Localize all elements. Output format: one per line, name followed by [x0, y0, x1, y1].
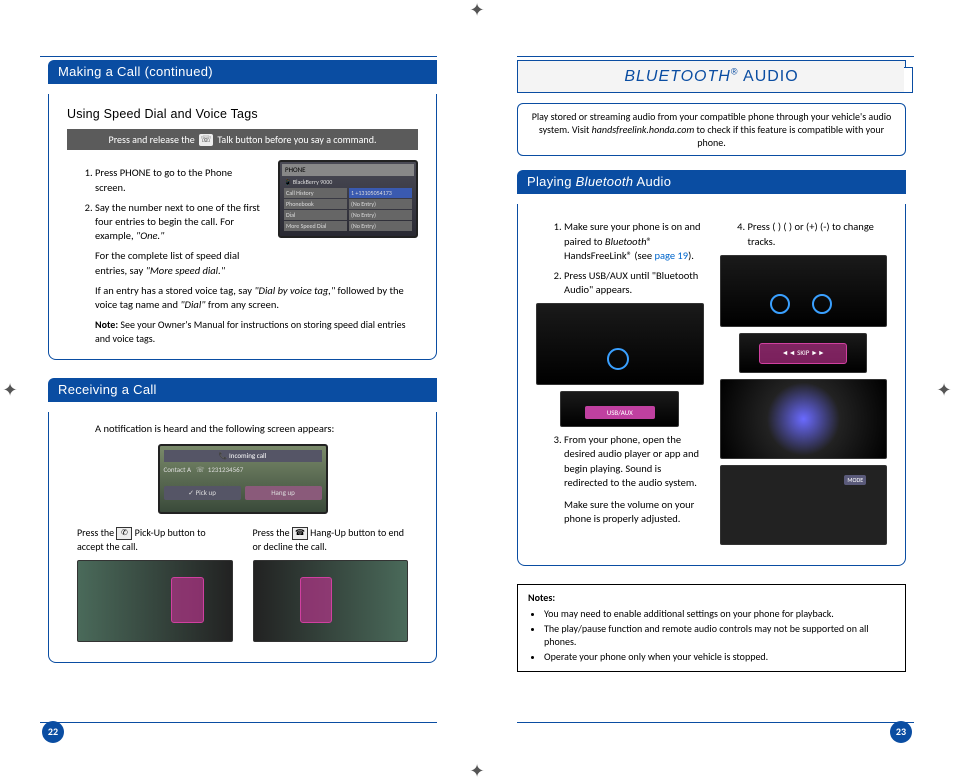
- receiving-intro: A notification is heard and the followin…: [95, 422, 418, 436]
- usb-aux-image: USB/AUX: [560, 391, 679, 427]
- page-right: BLUETOOTH® AUDIO Play stored or streamin…: [477, 0, 954, 781]
- title-bluetooth: BLUETOOTH: [624, 68, 731, 85]
- note-label: Note:: [95, 318, 118, 331]
- bt-step-4: Press ( ) ( ) or (+) (-) to change track…: [748, 220, 888, 248]
- step-2: Say the number next to one of the first …: [95, 201, 264, 278]
- page-title-bluetooth-audio: BLUETOOTH® AUDIO: [517, 60, 906, 93]
- page-number-right: 23: [890, 721, 912, 743]
- sh-b: Bluetooth: [576, 174, 634, 189]
- section-header-making-call: Making a Call (continued): [48, 60, 437, 84]
- pickup-btn: Pick up: [196, 488, 216, 497]
- title-audio: AUDIO: [738, 68, 798, 85]
- s3b: Make sure the volume on your phone is pr…: [564, 498, 704, 526]
- no-entry: (No Entry): [349, 221, 412, 231]
- incoming-number: 1231234567: [208, 465, 243, 474]
- notes-label: Notes:: [528, 591, 555, 604]
- step2-example: "One.": [136, 229, 164, 242]
- note-2: The play/pause function and remote audio…: [544, 622, 895, 648]
- vt-e: from any screen.: [205, 298, 279, 311]
- subhead-speed-dial: Using Speed Dial and Voice Tags: [67, 106, 418, 123]
- s3a: From your phone, open the desired audio …: [564, 433, 699, 489]
- no-entry: (No Entry): [349, 199, 412, 209]
- step-1: Press PHONE to go to the Phone screen.: [95, 166, 264, 194]
- hangup-instruction: Press the ☎ Hang-Up button to end or dec…: [253, 526, 409, 554]
- note-3: Operate your phone only when your vehicl…: [544, 650, 895, 663]
- pickup-icon: ✆: [116, 527, 132, 540]
- s1d: ).: [688, 249, 694, 262]
- incoming-contact: Contact A: [164, 465, 192, 474]
- pickup-button-image: [77, 560, 233, 642]
- row-call-history: Call History: [284, 188, 347, 198]
- step2-text: Say the number next to one of the first …: [95, 201, 260, 242]
- voice-tag-paragraph: If an entry has a stored voice tag, say …: [95, 284, 418, 312]
- phone-screen-title: PHONE: [282, 164, 414, 175]
- row-phonebook: Phonebook: [284, 199, 347, 209]
- note-text: See your Owner's Manual for instructions…: [95, 318, 406, 345]
- skip-closeup-image: ◄◄ SKIP ►►: [739, 333, 867, 373]
- intro-b: to check if this feature is compatible w…: [694, 123, 884, 149]
- usb-aux-label: USB/AUX: [585, 406, 655, 419]
- section-header-receiving: Receiving a Call: [48, 378, 437, 402]
- tip-text-post: Talk button before you say a command.: [217, 133, 376, 146]
- skip-label: SKIP: [797, 348, 809, 357]
- incoming-label: Incoming call: [229, 451, 266, 460]
- vt-b: "Dial by voice tag,": [254, 284, 335, 297]
- crop-line: [517, 56, 914, 57]
- tip-text-pre: Press and release the: [109, 133, 195, 146]
- crop-line: [517, 722, 914, 723]
- step2-extra-cmd: "More speed dial.": [146, 264, 225, 277]
- intro-site: handsfreelink.honda.com: [592, 123, 695, 136]
- note-speed-dial: Note: See your Owner's Manual for instru…: [95, 318, 418, 345]
- no-entry: (No Entry): [349, 210, 412, 220]
- tip-bar: Press and release the ☏ Talk button befo…: [67, 129, 418, 151]
- talk-icon: ☏: [199, 134, 213, 146]
- bt-step-2: Press USB/AUX until "Bluetooth Audio" ap…: [564, 269, 704, 297]
- crop-line: [40, 56, 437, 57]
- bt-step-1: Make sure your phone is on and paired to…: [564, 220, 704, 263]
- s1link: page 19: [654, 249, 688, 262]
- content-making-call: Using Speed Dial and Voice Tags Press an…: [48, 94, 437, 360]
- content-receiving: A notification is heard and the followin…: [48, 412, 437, 663]
- incoming-call-screen: 📞 Incoming call Contact A ☏ 1231234567 ✓…: [158, 444, 328, 514]
- vt-d: "Dial": [180, 298, 205, 311]
- row-dial: Dial: [284, 210, 347, 220]
- console-skip-image: [720, 255, 888, 327]
- steering-wheel-image: MODE: [720, 465, 888, 545]
- sh-c: Audio: [633, 174, 671, 189]
- crop-line: [40, 722, 437, 723]
- pickup-instruction: Press the ✆ Pick-Up button to accept the…: [77, 526, 233, 554]
- manual-spread: Making a Call (continued) Using Speed Di…: [0, 0, 954, 781]
- notes-box: Notes: You may need to enable additional…: [517, 584, 906, 672]
- hu-a: Press the: [253, 526, 292, 539]
- mode-label: MODE: [844, 475, 866, 485]
- phone-screen-image: PHONE 📱 BlackBerry 9000 Call History Pho…: [278, 160, 418, 238]
- title-tab: [904, 67, 913, 93]
- hangup-btn: Hang up: [245, 486, 322, 499]
- intro-box: Play stored or streaming audio from your…: [517, 103, 906, 156]
- bt-step-3: From your phone, open the desired audio …: [564, 433, 704, 526]
- sh-a: Playing: [527, 174, 576, 189]
- phone-device: BlackBerry 9000: [293, 178, 332, 186]
- hangup-button-image: [253, 560, 409, 642]
- center-console-image: [536, 303, 704, 385]
- page-left: Making a Call (continued) Using Speed Di…: [0, 0, 477, 781]
- page-number-left: 22: [42, 721, 64, 743]
- section-header-playing: Playing Bluetooth Audio: [517, 170, 906, 194]
- vt-a: If an entry has a stored voice tag, say: [95, 284, 254, 297]
- pu-a: Press the: [77, 526, 116, 539]
- instrument-cluster-image: [720, 379, 888, 459]
- s1b: Bluetooth: [605, 235, 647, 248]
- hangup-icon: ☎: [292, 527, 308, 540]
- speed-dial-entry: 1 +13105054173: [349, 188, 412, 198]
- content-playing: Make sure your phone is on and paired to…: [517, 204, 906, 565]
- row-more-speed-dial: More Speed Dial: [284, 221, 347, 231]
- note-1: You may need to enable additional settin…: [544, 607, 895, 620]
